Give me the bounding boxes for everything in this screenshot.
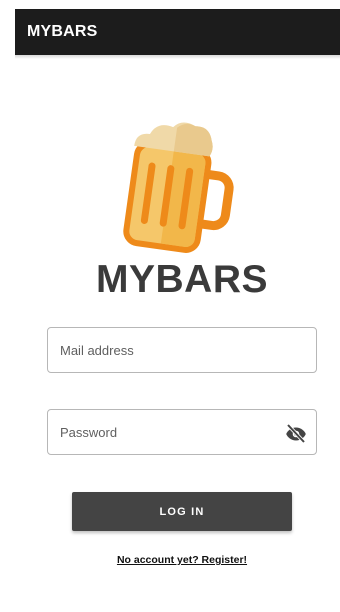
app-bar: MYBARS [15,9,340,55]
register-link[interactable]: No account yet? Register! [0,554,340,566]
logo-text: MYBARS [95,258,268,301]
app-bar-title: MYBARS [27,23,98,40]
login-button[interactable]: LOG IN [72,492,292,531]
email-field[interactable] [47,327,317,373]
password-input[interactable] [48,410,316,454]
beer-mug-icon [123,122,234,253]
eye-off-icon[interactable] [284,421,308,445]
password-field[interactable] [47,409,317,455]
app-bar-shadow [15,55,340,59]
email-input[interactable] [48,328,316,372]
